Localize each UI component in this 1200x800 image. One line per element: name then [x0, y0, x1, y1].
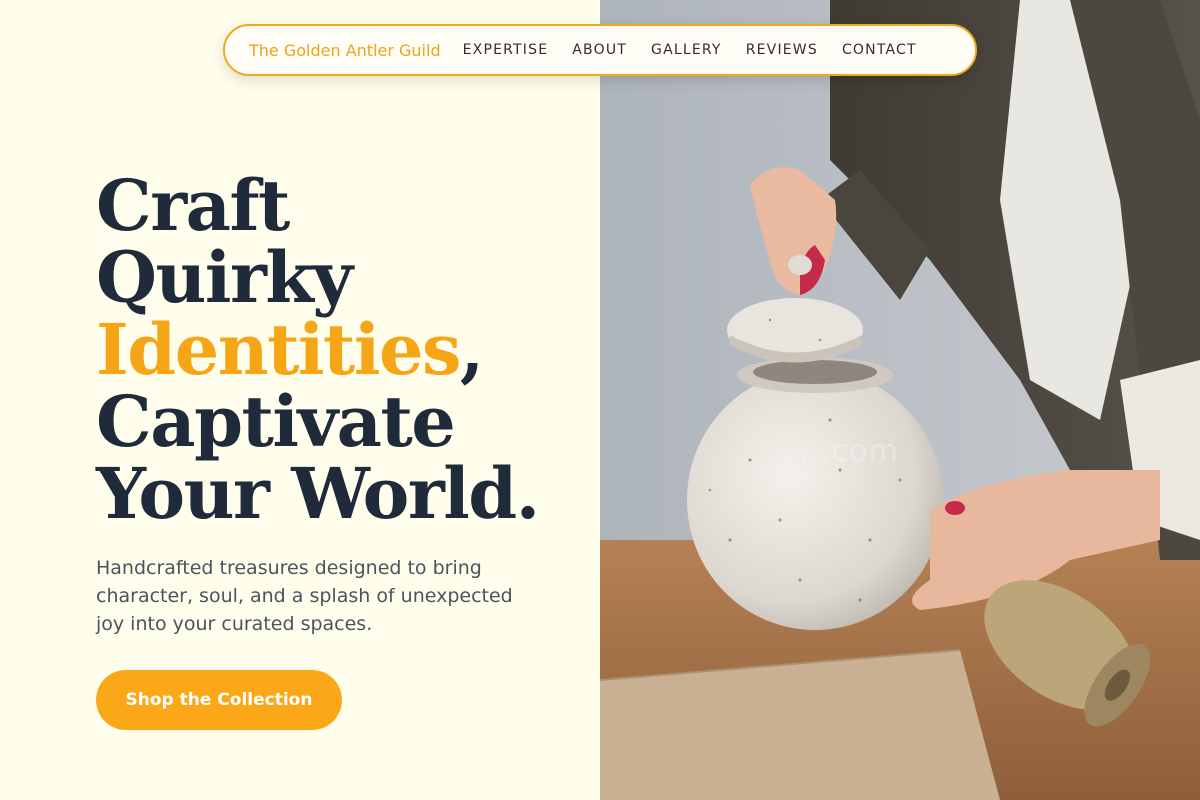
nav-link-contact[interactable]: CONTACT — [842, 42, 917, 58]
nav-link-reviews[interactable]: REVIEWS — [746, 42, 818, 58]
headline-line-5: Your World. — [96, 452, 540, 535]
headline-line-3: Identities, — [96, 314, 539, 386]
brand-logo-link[interactable]: The Golden Antler Guild — [249, 41, 441, 60]
nav-link-gallery[interactable]: GALLERY — [651, 42, 722, 58]
headline-line-4: Captivate — [96, 380, 456, 463]
hero-photo — [600, 0, 1200, 800]
headline-accent-punct: , — [459, 308, 484, 391]
shop-collection-button[interactable]: Shop the Collection — [96, 670, 342, 730]
hero-subtext: Handcrafted treasures designed to bring … — [96, 557, 513, 635]
nav-links: EXPERTISE ABOUT GALLERY REVIEWS CONTACT — [463, 42, 917, 58]
hero-headline: Craft Quirky Identities, Captivate Your … — [96, 164, 540, 535]
headline-accent-word: Identities — [96, 308, 461, 391]
top-navigation: The Golden Antler Guild EXPERTISE ABOUT … — [223, 24, 977, 76]
headline-line-1: Craft — [96, 164, 290, 247]
pottery-photo-illustration — [600, 0, 1200, 800]
nav-link-expertise[interactable]: EXPERTISE — [463, 42, 549, 58]
headline-line-2: Quirky — [96, 236, 353, 319]
photo-watermark: ...com — [800, 434, 899, 469]
nav-link-about[interactable]: ABOUT — [572, 42, 627, 58]
